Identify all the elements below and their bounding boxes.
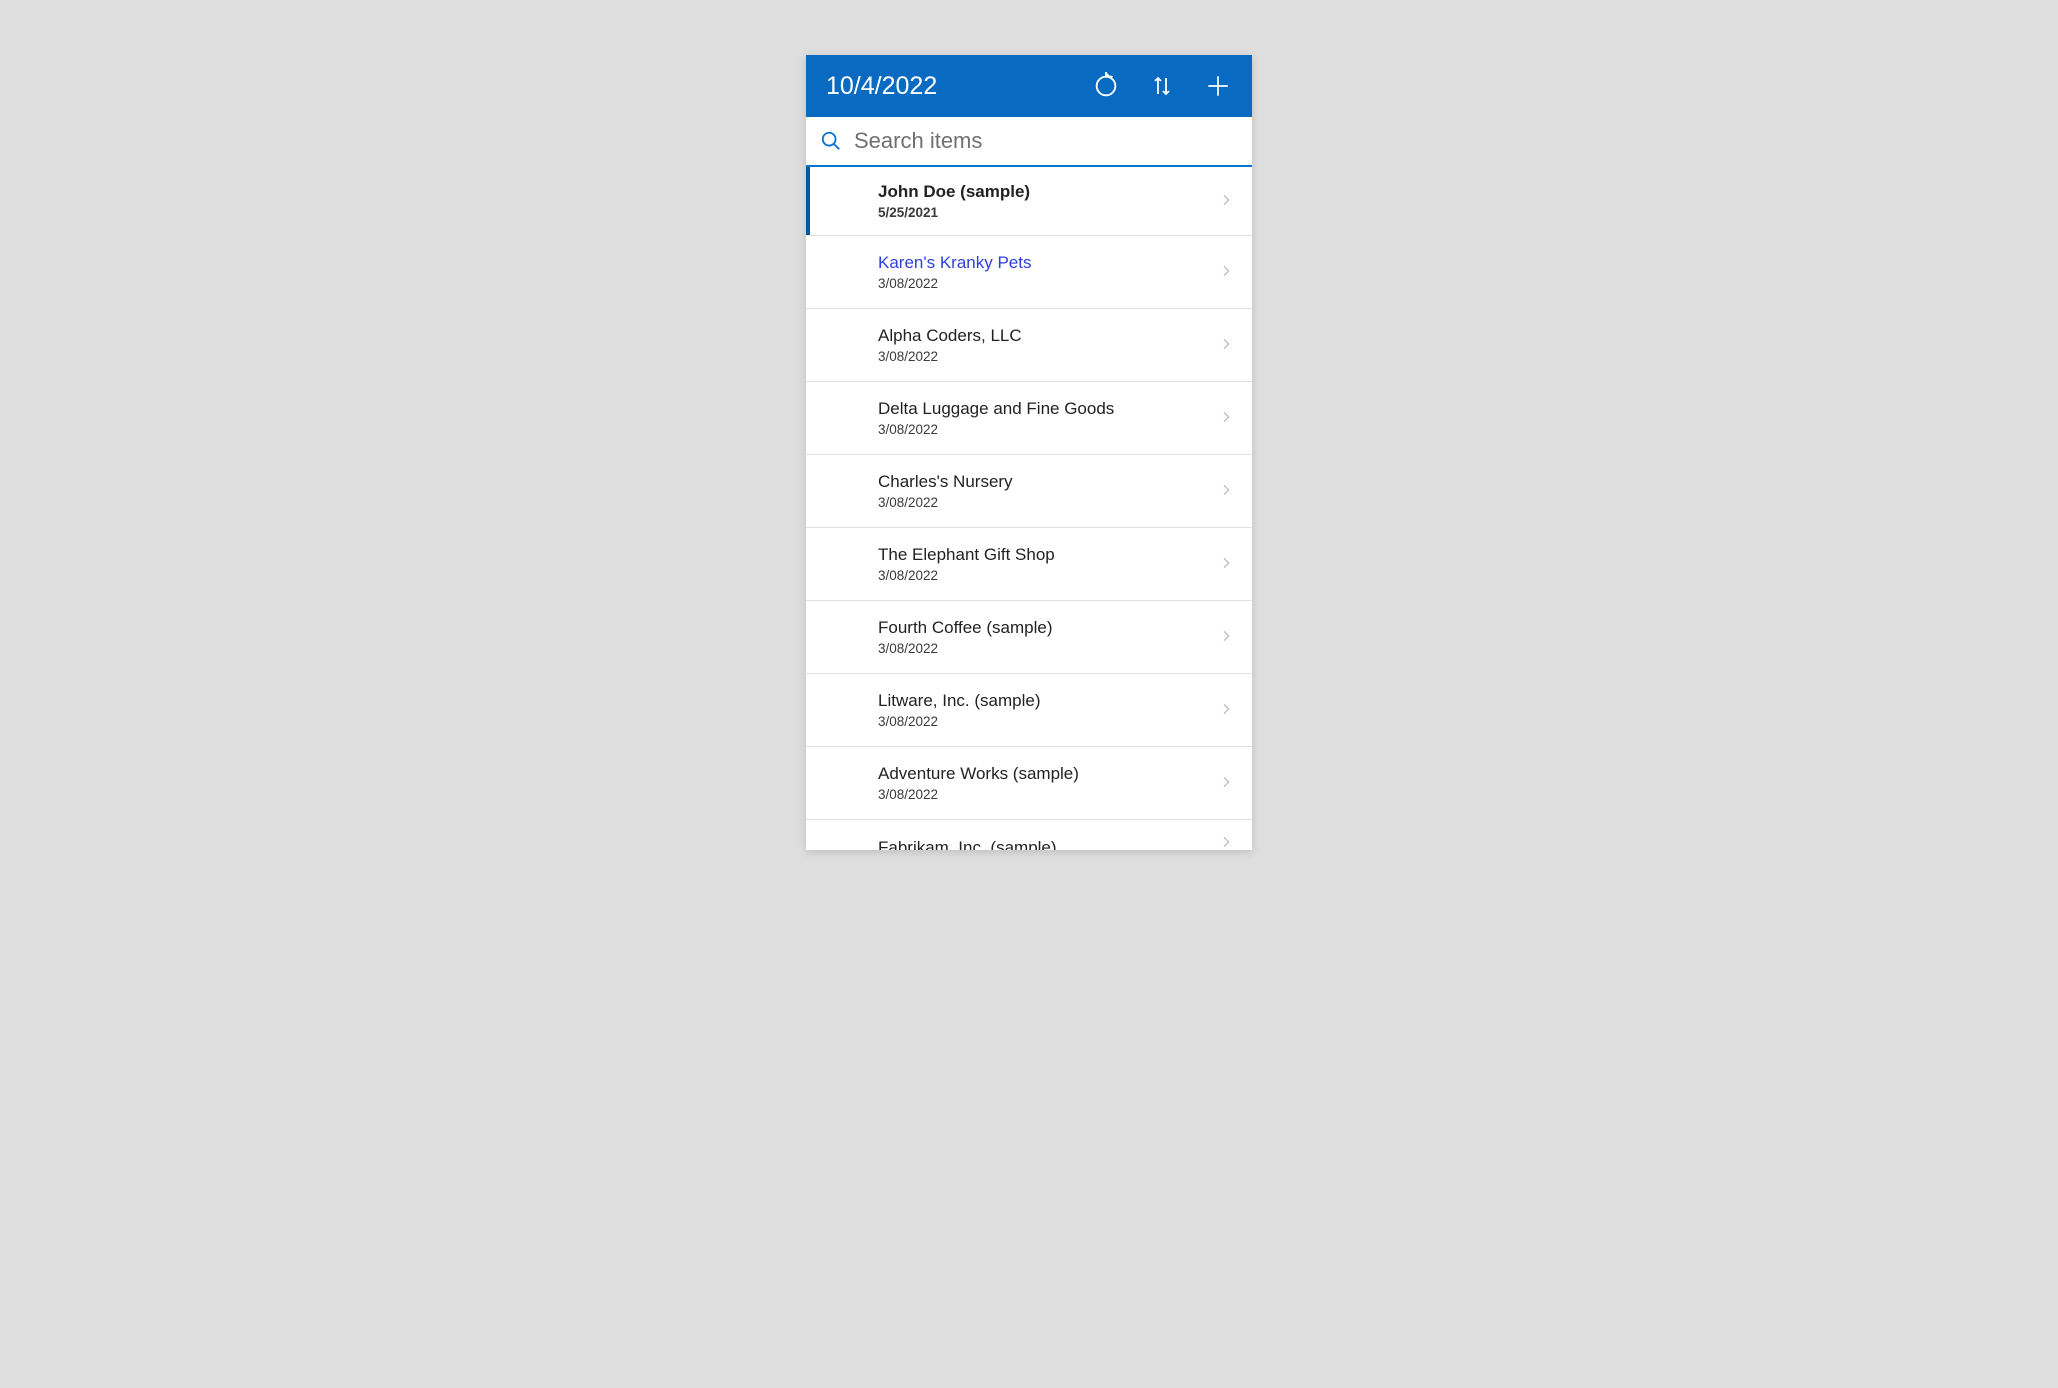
item-text: John Doe (sample) 5/25/2021 — [878, 182, 1218, 219]
list-item[interactable]: Litware, Inc. (sample) 3/08/2022 — [806, 674, 1252, 747]
item-title: Charles's Nursery — [878, 472, 1218, 492]
item-title: John Doe (sample) — [878, 182, 1218, 202]
sort-icon[interactable] — [1148, 72, 1176, 100]
search-input[interactable] — [852, 127, 1238, 155]
chevron-right-icon — [1218, 409, 1236, 427]
chevron-right-icon — [1218, 701, 1236, 719]
list-item[interactable]: The Elephant Gift Shop 3/08/2022 — [806, 528, 1252, 601]
list-item[interactable]: Adventure Works (sample) 3/08/2022 — [806, 747, 1252, 820]
item-date: 3/08/2022 — [878, 714, 1218, 729]
header-actions — [1092, 72, 1232, 100]
item-text: The Elephant Gift Shop 3/08/2022 — [878, 545, 1218, 582]
search-bar[interactable] — [806, 117, 1252, 167]
add-icon[interactable] — [1204, 72, 1232, 100]
item-date: 3/08/2022 — [878, 641, 1218, 656]
item-text: Delta Luggage and Fine Goods 3/08/2022 — [878, 399, 1218, 436]
item-text: Karen's Kranky Pets 3/08/2022 — [878, 253, 1218, 290]
item-text: Fabrikam, Inc. (sample)3/08/2022 — [878, 838, 1218, 850]
list-item[interactable]: Karen's Kranky Pets 3/08/2022 — [806, 236, 1252, 309]
search-icon — [820, 130, 842, 152]
item-date: 3/08/2022 — [878, 568, 1218, 583]
list-item[interactable]: Fourth Coffee (sample) 3/08/2022 — [806, 601, 1252, 674]
chevron-right-icon — [1218, 482, 1236, 500]
item-title: Fabrikam, Inc. (sample) — [878, 838, 1218, 850]
item-list[interactable]: John Doe (sample) 5/25/2021 Karen's Kranky… — [806, 167, 1252, 850]
item-date: 3/08/2022 — [878, 349, 1218, 364]
chevron-right-icon — [1218, 774, 1236, 792]
item-text: Adventure Works (sample) 3/08/2022 — [878, 764, 1218, 801]
chevron-right-icon — [1218, 834, 1236, 850]
refresh-icon[interactable] — [1092, 72, 1120, 100]
header-title: 10/4/2022 — [826, 72, 1092, 101]
header-bar: 10/4/2022 — [806, 55, 1252, 117]
item-title: Fourth Coffee (sample) — [878, 618, 1218, 638]
item-text: Litware, Inc. (sample) 3/08/2022 — [878, 691, 1218, 728]
item-title: Adventure Works (sample) — [878, 764, 1218, 784]
item-date: 3/08/2022 — [878, 422, 1218, 437]
item-date: 3/08/2022 — [878, 276, 1218, 291]
app-frame: 10/4/2022 — [806, 55, 1252, 850]
item-text: Fourth Coffee (sample) 3/08/2022 — [878, 618, 1218, 655]
list-item[interactable]: John Doe (sample) 5/25/2021 — [806, 167, 1252, 236]
item-date: 3/08/2022 — [878, 495, 1218, 510]
item-date: 5/25/2021 — [878, 205, 1218, 220]
chevron-right-icon — [1218, 628, 1236, 646]
item-title: Alpha Coders, LLC — [878, 326, 1218, 346]
item-title: Litware, Inc. (sample) — [878, 691, 1218, 711]
chevron-right-icon — [1218, 263, 1236, 281]
list-item[interactable]: Charles's Nursery 3/08/2022 — [806, 455, 1252, 528]
item-title: Delta Luggage and Fine Goods — [878, 399, 1218, 419]
list-item[interactable]: Alpha Coders, LLC 3/08/2022 — [806, 309, 1252, 382]
item-title: The Elephant Gift Shop — [878, 545, 1218, 565]
item-title: Karen's Kranky Pets — [878, 253, 1218, 273]
chevron-right-icon — [1218, 192, 1236, 210]
list-item[interactable]: Fabrikam, Inc. (sample)3/08/2022 — [806, 820, 1252, 850]
item-text: Charles's Nursery 3/08/2022 — [878, 472, 1218, 509]
chevron-right-icon — [1218, 555, 1236, 573]
item-text: Alpha Coders, LLC 3/08/2022 — [878, 326, 1218, 363]
item-date: 3/08/2022 — [878, 787, 1218, 802]
chevron-right-icon — [1218, 336, 1236, 354]
list-item[interactable]: Delta Luggage and Fine Goods 3/08/2022 — [806, 382, 1252, 455]
